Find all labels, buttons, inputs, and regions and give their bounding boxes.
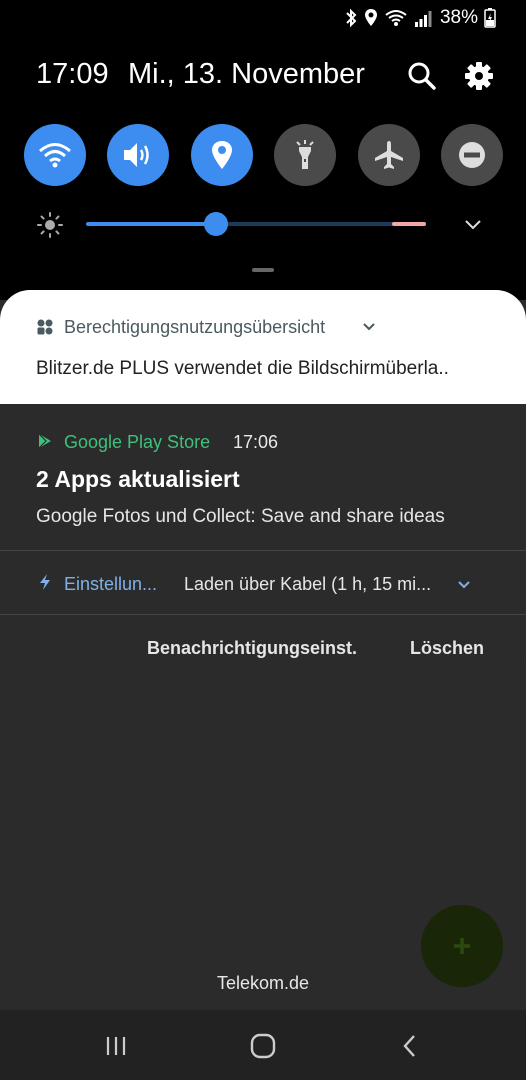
- airplane-icon: [375, 141, 403, 169]
- carrier-label: Telekom.de: [216, 973, 310, 993]
- battery-icon: [484, 8, 496, 28]
- plus-icon: [454, 938, 470, 954]
- lightning-icon: [40, 574, 50, 590]
- brightness-slider-end: [392, 222, 426, 226]
- brightness-slider[interactable]: [86, 222, 426, 226]
- notification-card: Berechtigungsnutzungsübersicht Blitzer.d…: [0, 290, 526, 682]
- sound-icon: [124, 143, 149, 167]
- clock[interactable]: 17:09: [36, 58, 109, 91]
- chevron-down-icon[interactable]: [457, 580, 471, 590]
- brightness-slider-fill: [86, 222, 216, 226]
- settings-app-name: Einstellun...: [64, 574, 158, 594]
- play-store-icon: [38, 433, 51, 449]
- settings-button[interactable]: [461, 58, 497, 94]
- location-icon: [364, 8, 378, 28]
- search-button[interactable]: [404, 58, 440, 94]
- recent-apps-button[interactable]: [101, 1032, 131, 1060]
- sound-toggle[interactable]: [107, 124, 169, 186]
- bluetooth-icon: [344, 8, 358, 28]
- back-icon: [403, 1035, 415, 1057]
- play-store-app-name: Google Play Store: [64, 432, 211, 452]
- chevron-down-icon[interactable]: [362, 322, 376, 332]
- brightness-icon: [36, 211, 64, 239]
- flashlight-icon: [296, 140, 314, 169]
- flashlight-toggle[interactable]: [274, 124, 336, 186]
- home-icon: [250, 1033, 276, 1059]
- quick-panel: 38% 17:09 Mi., 13. November: [0, 0, 526, 300]
- do-not-disturb-icon: [459, 142, 485, 168]
- permissions-notification[interactable]: Berechtigungsnutzungsübersicht Blitzer.d…: [0, 290, 526, 404]
- play-store-title: 2 Apps aktualisiert: [36, 466, 240, 492]
- airplane-toggle[interactable]: [358, 124, 420, 186]
- date[interactable]: Mi., 13. November: [128, 58, 365, 91]
- home-button[interactable]: [248, 1032, 278, 1060]
- permissions-text: Blitzer.de PLUS verwendet die Bildschirm…: [36, 358, 449, 379]
- location-icon: [212, 141, 232, 169]
- permissions-title: Berechtigungsnutzungsübersicht: [64, 317, 326, 337]
- wifi-toggle[interactable]: [24, 124, 86, 186]
- apps-icon: [37, 319, 53, 335]
- battery-percent: 38%: [439, 7, 478, 28]
- status-bar: 38%: [344, 6, 496, 30]
- clear-button[interactable]: Löschen: [410, 638, 484, 659]
- settings-text: Laden über Kabel (1 h, 15 mi...: [184, 574, 432, 594]
- back-button[interactable]: [395, 1032, 425, 1060]
- wifi-icon: [39, 143, 71, 168]
- play-store-time: 17:06: [233, 432, 279, 452]
- brightness-slider-thumb[interactable]: [204, 212, 228, 236]
- expand-brightness-button[interactable]: [460, 212, 486, 238]
- navigation-bar: [0, 1010, 526, 1080]
- notification-settings-button[interactable]: Benachrichtigungseinst.: [147, 638, 357, 659]
- recent-apps-icon: [106, 1037, 126, 1055]
- do-not-disturb-toggle[interactable]: [441, 124, 503, 186]
- location-toggle[interactable]: [191, 124, 253, 186]
- chevron-down-icon: [465, 220, 481, 230]
- drag-handle[interactable]: [252, 268, 274, 272]
- signal-icon: [414, 9, 432, 27]
- divider: [0, 550, 526, 551]
- play-store-text: Google Fotos und Collect: Save and share…: [36, 506, 445, 527]
- divider: [0, 614, 526, 615]
- search-icon: [408, 62, 436, 90]
- gear-icon: [465, 62, 493, 90]
- wifi-icon: [384, 8, 408, 28]
